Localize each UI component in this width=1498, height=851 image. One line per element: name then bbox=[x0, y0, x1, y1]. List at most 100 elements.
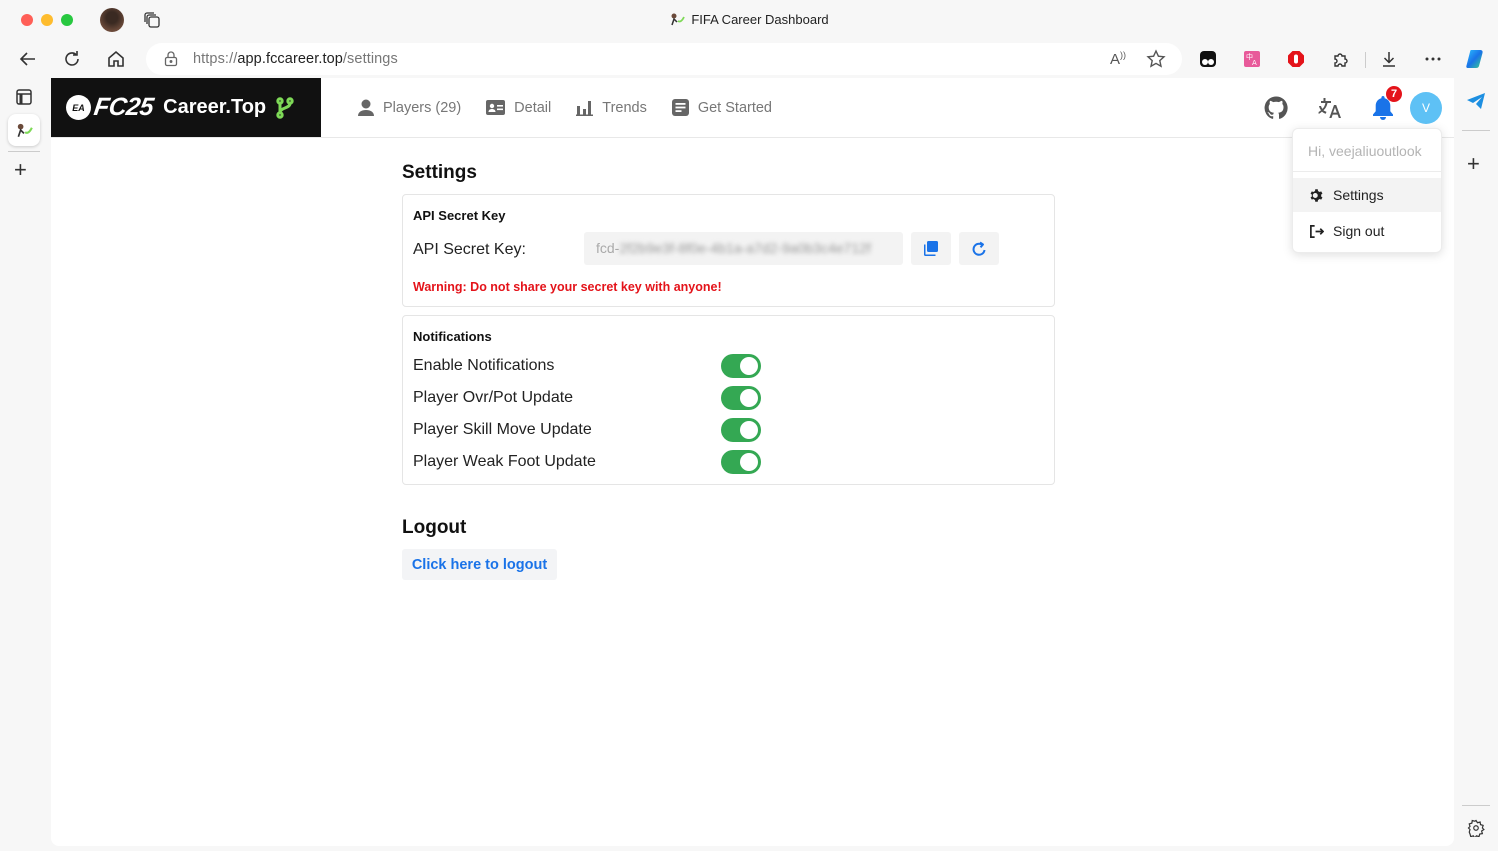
toggle-weak-foot-update[interactable] bbox=[721, 450, 761, 474]
arrow-left-icon bbox=[19, 52, 35, 66]
telegram-icon[interactable] bbox=[1466, 92, 1486, 110]
toggle-ovr-pot-update[interactable] bbox=[721, 386, 761, 410]
extension-adblock-icon[interactable] bbox=[1286, 49, 1306, 69]
svg-text:A: A bbox=[1252, 59, 1257, 67]
brand-name: Career.Top bbox=[163, 96, 267, 118]
ea-sports-logo: EA bbox=[66, 95, 91, 120]
reload-button[interactable] bbox=[61, 48, 83, 70]
fc25-logo-text: FC25 bbox=[92, 93, 156, 121]
active-tab-fifa-career[interactable] bbox=[8, 114, 40, 146]
site-favicon bbox=[17, 123, 33, 138]
menu-item-sign-out[interactable]: Sign out bbox=[1293, 214, 1441, 248]
nav-get-started[interactable]: Get Started bbox=[671, 99, 772, 116]
sign-out-icon bbox=[1310, 224, 1324, 238]
download-icon bbox=[1383, 52, 1395, 67]
notification-label-ovr-pot: Player Ovr/Pot Update bbox=[413, 389, 574, 406]
browser-toolbar: https://app.fccareer.top/settings A)) 中A bbox=[0, 40, 1498, 78]
user-menu-dropdown: Hi, veejaliuoutlook Settings Sign out bbox=[1292, 128, 1442, 253]
github-button[interactable] bbox=[1264, 95, 1288, 120]
logout-button[interactable]: Click here to logout bbox=[402, 549, 557, 580]
vertical-tab-strip: + bbox=[0, 78, 50, 851]
git-branch-icon bbox=[276, 96, 294, 119]
sidebar-add-button[interactable]: + bbox=[1467, 153, 1480, 175]
reload-icon bbox=[65, 51, 79, 66]
bar-chart-icon bbox=[576, 100, 594, 116]
user-greeting: Hi, veejaliuoutlook bbox=[1308, 143, 1422, 159]
logout-section-title: Logout bbox=[402, 517, 467, 538]
notifications-card: Notifications Enable Notifications Playe… bbox=[402, 315, 1055, 485]
api-key-warning: Warning: Do not share your secret key wi… bbox=[413, 280, 722, 294]
extensions-puzzle-icon[interactable] bbox=[1331, 49, 1351, 69]
toolbar-divider bbox=[1365, 52, 1366, 68]
id-card-icon bbox=[486, 100, 506, 115]
language-button[interactable] bbox=[1318, 96, 1342, 120]
notifications-button[interactable]: 7 bbox=[1372, 85, 1402, 120]
read-aloud-icon[interactable]: A)) bbox=[1110, 50, 1126, 68]
more-menu-button[interactable] bbox=[1423, 49, 1443, 69]
api-key-section-title: API Secret Key bbox=[413, 208, 506, 223]
notifications-section-title: Notifications bbox=[413, 329, 492, 344]
menu-item-settings[interactable]: Settings bbox=[1293, 178, 1441, 212]
tab-actions-icon[interactable] bbox=[15, 88, 33, 106]
address-bar[interactable]: https://app.fccareer.top/settings A)) bbox=[146, 43, 1182, 75]
refresh-icon bbox=[972, 241, 985, 256]
nav-trends-label: Trends bbox=[602, 99, 647, 116]
more-dots-icon bbox=[1425, 57, 1441, 61]
toggle-skill-move-update[interactable] bbox=[721, 418, 761, 442]
window-title: FIFA Career Dashboard bbox=[0, 12, 1498, 27]
nav-detail-label: Detail bbox=[514, 99, 552, 116]
page-title: Settings bbox=[402, 162, 477, 183]
sidebar-settings-gear-icon[interactable] bbox=[1467, 819, 1485, 837]
main-nav: Players (29) Detail Trends Get Started bbox=[358, 78, 797, 137]
user-avatar[interactable]: V bbox=[1410, 91, 1442, 124]
nav-trends[interactable]: Trends bbox=[576, 100, 647, 116]
gear-icon bbox=[1310, 188, 1323, 202]
back-button[interactable] bbox=[17, 48, 39, 70]
menu-item-sign-out-label: Sign out bbox=[1333, 223, 1385, 239]
lock-icon[interactable] bbox=[164, 51, 178, 67]
copilot-icon bbox=[1466, 50, 1483, 68]
site-favicon bbox=[671, 13, 686, 26]
nav-detail[interactable]: Detail bbox=[486, 100, 551, 116]
url-text[interactable]: https://app.fccareer.top/settings bbox=[193, 51, 398, 67]
api-key-label: API Secret Key: bbox=[413, 241, 526, 258]
avatar-initial: V bbox=[1421, 100, 1430, 115]
menu-item-settings-label: Settings bbox=[1333, 187, 1384, 203]
api-key-prefix: fcd- bbox=[596, 240, 620, 256]
sidebar-divider-bottom bbox=[1462, 805, 1490, 806]
favorite-star-icon[interactable] bbox=[1146, 49, 1166, 69]
nav-get-started-label: Get Started bbox=[697, 99, 772, 116]
notification-label-enable: Enable Notifications bbox=[413, 357, 555, 374]
copilot-button[interactable] bbox=[1464, 47, 1488, 71]
sidebar-divider bbox=[1462, 130, 1490, 131]
person-icon bbox=[358, 99, 374, 116]
home-button[interactable] bbox=[105, 48, 127, 70]
url-host: app.fccareer.top bbox=[237, 51, 343, 67]
new-tab-button[interactable]: + bbox=[14, 159, 27, 181]
extension-tampermonkey-icon[interactable] bbox=[1198, 49, 1218, 69]
api-key-field[interactable]: fcd-2f2b9e3f-8f0e-4b1a-a7d2-9a0b3c4e712f bbox=[584, 232, 903, 265]
copy-key-button[interactable] bbox=[911, 232, 951, 265]
ea-text: EA bbox=[72, 102, 85, 113]
toggle-enable-notifications[interactable] bbox=[721, 354, 761, 378]
browser-window: FIFA Career Dashboard https://app.fccare… bbox=[0, 0, 1498, 851]
extension-translate-icon[interactable]: 中A bbox=[1242, 49, 1262, 69]
regenerate-key-button[interactable] bbox=[959, 232, 999, 265]
web-page: EA FC25 Career.Top Players (29) Detail T… bbox=[51, 78, 1454, 846]
edge-sidebar: + bbox=[1454, 78, 1498, 851]
url-path: /settings bbox=[342, 51, 398, 67]
url-scheme: https:// bbox=[193, 51, 238, 67]
home-icon bbox=[108, 50, 124, 67]
copy-icon bbox=[924, 241, 938, 256]
app-header: EA FC25 Career.Top Players (29) Detail T… bbox=[51, 78, 1454, 138]
nav-players-label: Players (29) bbox=[383, 99, 462, 116]
notification-count-badge: 7 bbox=[1386, 85, 1402, 102]
nav-players[interactable]: Players (29) bbox=[358, 99, 461, 117]
notification-label-skill-move: Player Skill Move Update bbox=[413, 421, 592, 438]
notification-label-weak-foot: Player Weak Foot Update bbox=[413, 453, 596, 470]
downloads-button[interactable] bbox=[1379, 49, 1399, 69]
window-title-text: FIFA Career Dashboard bbox=[691, 12, 829, 27]
github-icon bbox=[1264, 95, 1288, 119]
brand-logo[interactable]: EA FC25 Career.Top bbox=[51, 78, 321, 137]
document-icon bbox=[671, 99, 689, 116]
